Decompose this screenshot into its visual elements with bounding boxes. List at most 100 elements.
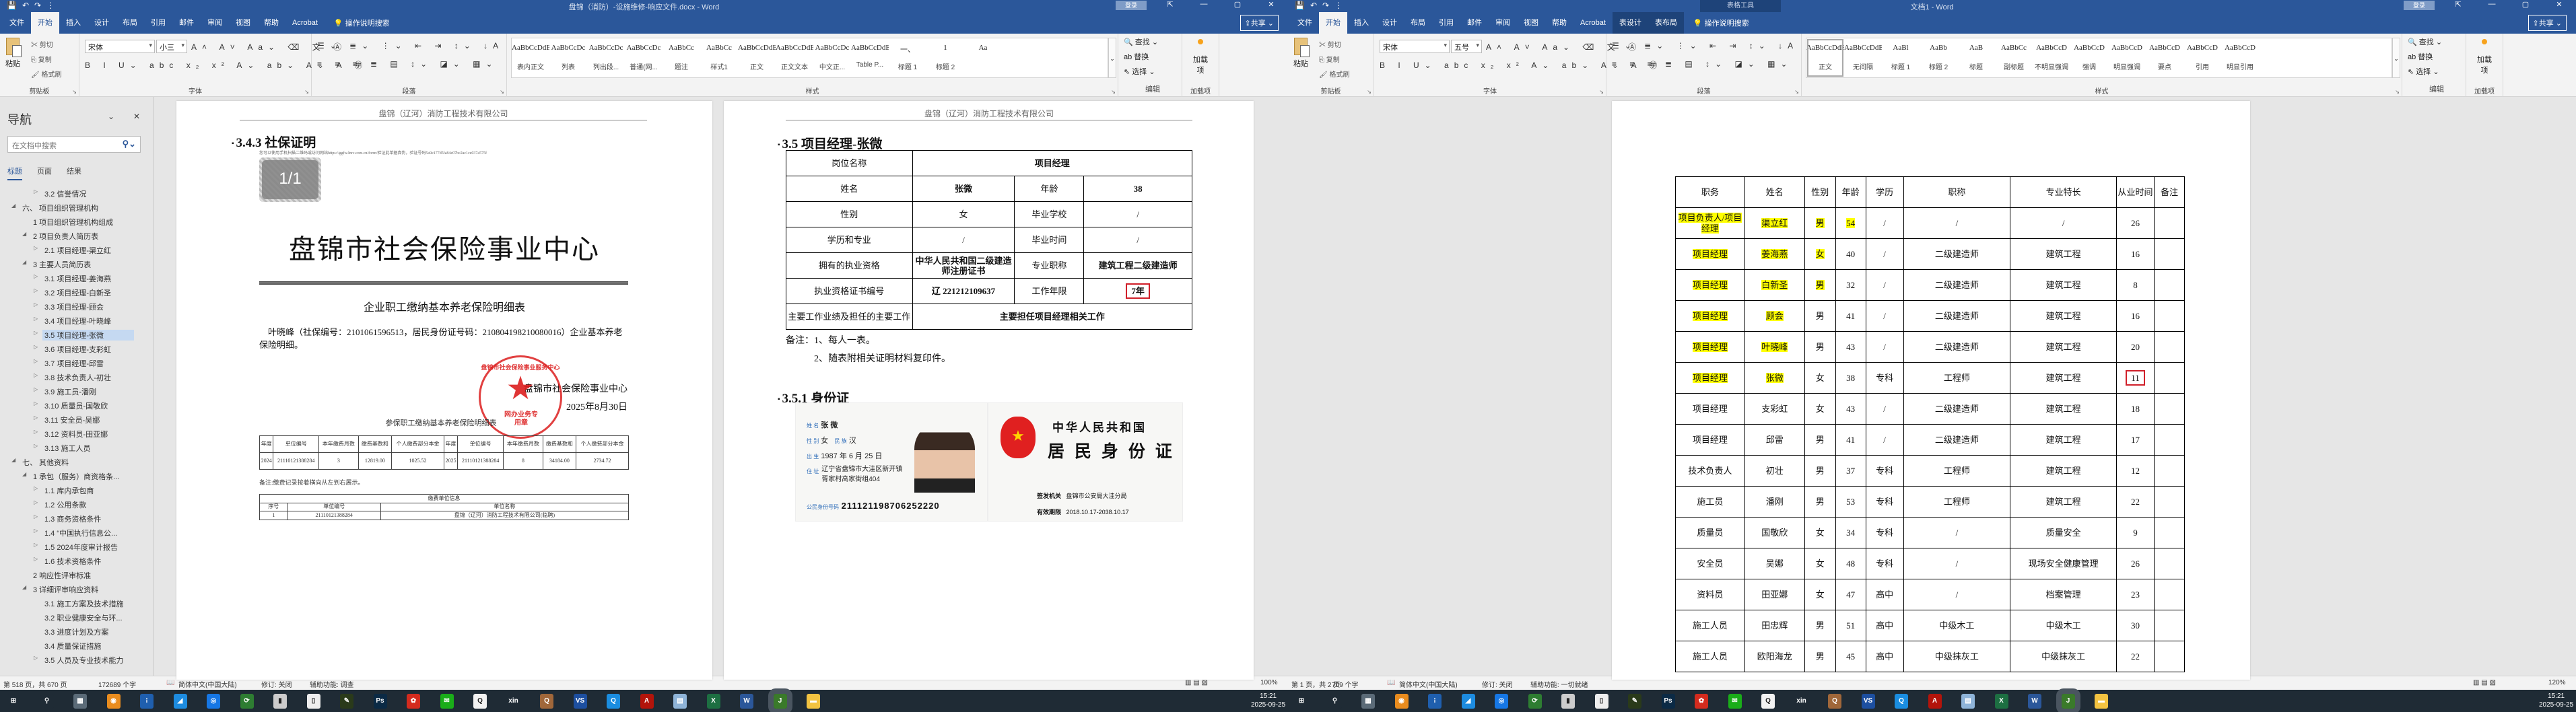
- petrochina-icon[interactable]: ✿: [407, 694, 420, 709]
- nav-heading-item[interactable]: ◢ 1 承包（服务）商资格条...: [0, 469, 148, 483]
- alignment-icons[interactable]: ≡ ≡ ≡ ≣ ▤ ↕⌄ ◪⌄ ▦⌄: [317, 59, 498, 69]
- feather-app-icon[interactable]: J: [2056, 688, 2080, 712]
- excel-icon[interactable]: X: [706, 694, 720, 709]
- feather-app-icon[interactable]: J: [768, 688, 792, 712]
- expanded-triangle-icon[interactable]: ◢: [11, 203, 15, 209]
- wechat-icon[interactable]: ✉: [1728, 694, 1742, 709]
- collapsed-triangle-icon[interactable]: ▷: [34, 358, 38, 364]
- style-要点[interactable]: AaBbCcD 要点: [2146, 38, 2183, 77]
- photoshop-icon[interactable]: Ps: [1661, 694, 1675, 709]
- tab-视图[interactable]: 视图: [1517, 12, 1545, 34]
- dialog-launcher-icon[interactable]: ↘: [1367, 89, 1371, 95]
- sync-app-icon[interactable]: ⟳: [240, 694, 254, 709]
- ribbon-display-icon[interactable]: ⇱: [2448, 0, 2468, 9]
- maximize-icon[interactable]: ▢: [1227, 0, 1248, 9]
- tab-邮件[interactable]: 邮件: [1460, 12, 1489, 34]
- style-more[interactable]: Aa: [964, 38, 1002, 77]
- document-app-icon[interactable]: ▯: [1594, 694, 1608, 709]
- style-明显引用[interactable]: AaBbCcD 明显引用: [2221, 38, 2259, 77]
- xin-app-icon[interactable]: xin: [1794, 694, 1808, 709]
- style-副标题[interactable]: AaBbCc 副标题: [1995, 38, 2033, 77]
- style-标题[interactable]: AaB 标题: [1957, 38, 1995, 77]
- tab-开始[interactable]: 开始: [1319, 12, 1347, 34]
- browser-q-icon[interactable]: Q: [1895, 694, 1908, 709]
- collapsed-triangle-icon[interactable]: ▷: [34, 400, 38, 406]
- style-标题 1[interactable]: 一、 标题 1: [889, 38, 926, 77]
- excel-icon[interactable]: X: [1994, 694, 2008, 709]
- dialog-launcher-icon[interactable]: ↘: [1111, 89, 1116, 95]
- file-explorer-icon[interactable]: ▬: [807, 694, 820, 709]
- tab-表设计[interactable]: 表设计: [1612, 12, 1648, 34]
- collapsed-triangle-icon[interactable]: ▷: [34, 513, 38, 520]
- font-name-select[interactable]: 宋体: [1380, 40, 1450, 53]
- collapsed-triangle-icon[interactable]: ▷: [34, 485, 38, 491]
- nav-heading-item[interactable]: ◢ 六、 项目组织管理机构: [0, 201, 148, 215]
- proofing-icon[interactable]: 📖: [1387, 679, 1395, 686]
- collapsed-triangle-icon[interactable]: ▷: [34, 499, 38, 505]
- nav-heading-item[interactable]: ◢ 3 详细评审响应资料: [0, 582, 148, 596]
- collapsed-triangle-icon[interactable]: ▷: [34, 344, 38, 350]
- tab-表布局[interactable]: 表布局: [1648, 12, 1684, 34]
- collapsed-triangle-icon[interactable]: ▷: [34, 415, 38, 421]
- font-size-select[interactable]: 小三: [156, 40, 187, 53]
- word-count[interactable]: 172689 个字: [98, 679, 136, 689]
- nav-heading-item[interactable]: ▷ 3.9 施工员-潘刚: [0, 384, 148, 398]
- close-icon[interactable]: ✕: [2549, 0, 2569, 9]
- nav-heading-item[interactable]: ▷ 3.10 质量员-国敬欣: [0, 398, 148, 413]
- word-icon[interactable]: W: [740, 694, 753, 709]
- collapsed-triangle-icon[interactable]: ▷: [34, 316, 38, 322]
- dialog-launcher-icon[interactable]: ↘: [1794, 89, 1799, 95]
- tab-审阅[interactable]: 审阅: [201, 12, 229, 34]
- scanner-app-icon[interactable]: ▮: [1561, 694, 1575, 709]
- petrochina-icon[interactable]: ✿: [1695, 694, 1708, 709]
- nav-heading-item[interactable]: ▷ 3.6 项目经理-支彩虹: [0, 342, 148, 356]
- collapsed-triangle-icon[interactable]: ▷: [34, 301, 38, 308]
- tab-邮件[interactable]: 邮件: [172, 12, 201, 34]
- tab-帮助[interactable]: 帮助: [1545, 12, 1573, 34]
- language[interactable]: 简体中文(中国大陆): [1399, 679, 1458, 689]
- collapsed-triangle-icon[interactable]: ▷: [34, 287, 38, 293]
- dots-app-icon[interactable]: ⁝: [1428, 694, 1442, 709]
- style-强调[interactable]: AaBbCcD 强调: [2070, 38, 2108, 77]
- collapsed-triangle-icon[interactable]: ▷: [34, 556, 38, 562]
- start-icon[interactable]: ⊞: [7, 694, 20, 709]
- style-无间隔[interactable]: AaBbCcDdE 无间隔: [1844, 38, 1882, 77]
- pen-app-icon[interactable]: ✎: [1628, 694, 1641, 709]
- view-mode-icons[interactable]: ▥ ▤ ▧: [1185, 679, 1208, 686]
- nav-heading-item[interactable]: ▷ 3.5 人员及专业技术能力: [0, 653, 148, 667]
- expanded-triangle-icon[interactable]: ◢: [11, 457, 15, 463]
- photoshop-icon[interactable]: Ps: [373, 694, 387, 709]
- collapsed-triangle-icon[interactable]: ▷: [34, 429, 38, 435]
- tab-视图[interactable]: 视图: [229, 12, 257, 34]
- share-button[interactable]: ⇪共享 ⌄: [2528, 15, 2567, 31]
- collapsed-triangle-icon[interactable]: ▷: [34, 542, 38, 548]
- nav-heading-item[interactable]: 3.1 施工方案及技术措施: [0, 596, 148, 610]
- collapsed-triangle-icon[interactable]: ▷: [34, 245, 38, 251]
- system-clock[interactable]: 15:21 2025-09-25: [1251, 692, 1285, 709]
- share-button[interactable]: ⇪共享 ⌄: [1240, 15, 1279, 31]
- qq-icon[interactable]: Q: [1761, 694, 1775, 709]
- style-标题 2[interactable]: AaBb 标题 2: [1920, 38, 1957, 77]
- styles-more-button[interactable]: ⌄: [1108, 38, 1116, 78]
- format-painter-button[interactable]: 🖌 格式刷: [1319, 69, 1349, 79]
- list-icons[interactable]: ☰⌄ ≣⌄ ⋮⌄ ⇤ ⇥ ↕⌄ ↓A ¶: [1612, 41, 1815, 50]
- ribbon-display-icon[interactable]: ⇱: [1160, 0, 1180, 9]
- language[interactable]: 简体中文(中国大陆): [178, 679, 237, 689]
- style-引用[interactable]: AaBbCcD 引用: [2183, 38, 2221, 77]
- tab-Acrobat[interactable]: Acrobat: [1573, 12, 1613, 34]
- acrobat-icon[interactable]: A: [640, 694, 654, 709]
- replace-button[interactable]: ab 替换: [2408, 51, 2466, 63]
- style-不明显强调[interactable]: AaBbCcD 不明显强调: [2033, 38, 2070, 77]
- nav-heading-item[interactable]: ▷ 3.8 技术负责人-初壮: [0, 370, 148, 384]
- alignment-icons[interactable]: ≡ ≡ ≡ ≣ ▤ ↕⌄ ◪⌄ ▦⌄: [1612, 59, 1793, 69]
- collapsed-triangle-icon[interactable]: ▷: [34, 372, 38, 378]
- nav-tab-pages[interactable]: 页面: [37, 166, 52, 180]
- nav-heading-item[interactable]: ▷ 1.4 “中国执行信息公...: [0, 526, 148, 540]
- style-列表[interactable]: AaBbCcDc 列表: [549, 38, 587, 77]
- search-icon[interactable]: ⚲: [1328, 694, 1342, 709]
- tab-布局[interactable]: 布局: [116, 12, 144, 34]
- style-标题 1[interactable]: AaBl 标题 1: [1882, 38, 1920, 77]
- view-mode-icons[interactable]: ▥ ▤ ▧: [2473, 679, 2496, 686]
- tab-审阅[interactable]: 审阅: [1489, 12, 1517, 34]
- nav-tab-results[interactable]: 结果: [67, 166, 81, 180]
